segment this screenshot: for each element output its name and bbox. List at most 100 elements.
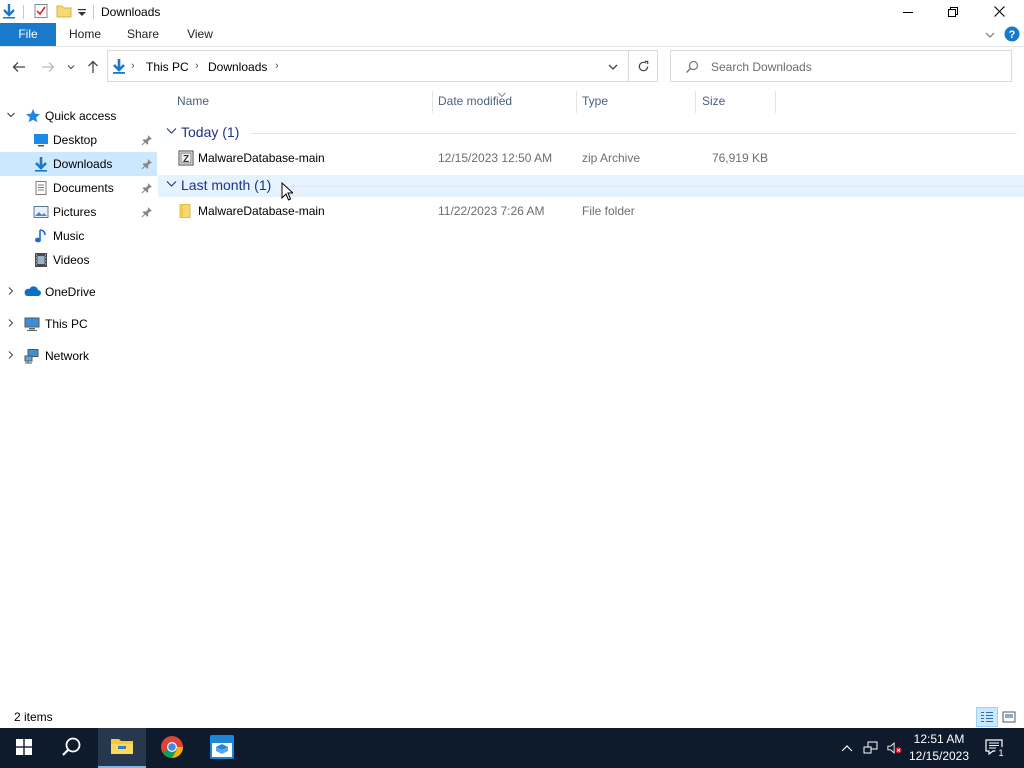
- collapse-group-icon[interactable]: [166, 126, 177, 138]
- taskbar-chrome[interactable]: [148, 728, 196, 768]
- refresh-button[interactable]: [629, 50, 658, 82]
- taskbar-sandbox-app[interactable]: [198, 728, 246, 768]
- tab-file[interactable]: File: [0, 23, 56, 46]
- column-divider[interactable]: [695, 91, 696, 113]
- star-icon: [25, 108, 41, 124]
- taskbar-file-explorer[interactable]: [98, 728, 146, 768]
- up-button[interactable]: [85, 59, 101, 75]
- large-icons-view-button[interactable]: [998, 707, 1020, 727]
- column-divider[interactable]: [432, 91, 433, 113]
- file-list: Name Date modified Type Size Today (1) Z…: [158, 87, 1024, 707]
- address-history-dropdown-icon[interactable]: [607, 61, 619, 73]
- collapse-group-icon[interactable]: [166, 179, 177, 191]
- nav-item-documents[interactable]: Documents: [0, 176, 157, 200]
- pin-icon[interactable]: [141, 158, 153, 170]
- breadcrumb-separator[interactable]: ›: [275, 60, 279, 72]
- file-size: 76,919 KB: [711, 151, 768, 165]
- nav-quick-access[interactable]: Quick access: [0, 104, 157, 128]
- ribbon-tabs: File Home Share View ?: [0, 23, 1024, 47]
- close-button[interactable]: [976, 0, 1022, 23]
- action-center-button[interactable]: 1: [983, 738, 1007, 759]
- toolbar-separator: [93, 5, 94, 19]
- nav-item-music[interactable]: Music: [0, 224, 157, 248]
- clock-date: 12/15/2023: [908, 749, 970, 763]
- pin-icon[interactable]: [141, 134, 153, 146]
- recent-locations-icon[interactable]: [64, 59, 78, 75]
- pin-icon[interactable]: [141, 182, 153, 194]
- network-status-icon[interactable]: [863, 740, 879, 756]
- breadcrumb-separator[interactable]: ›: [195, 60, 199, 72]
- desktop-icon: [33, 132, 49, 148]
- show-hidden-icons-button[interactable]: [839, 740, 855, 756]
- column-header-date-modified[interactable]: Date modified: [438, 94, 512, 108]
- nav-label: Music: [53, 229, 85, 243]
- nav-label: Documents: [53, 181, 114, 195]
- file-type: File folder: [582, 204, 635, 218]
- nav-label: Downloads: [53, 157, 113, 171]
- breadcrumb-this-pc[interactable]: This PC: [146, 60, 189, 74]
- file-row[interactable]: Z MalwareDatabase-main 12/15/2023 12:50 …: [158, 147, 1024, 169]
- search-icon: [61, 736, 83, 761]
- volume-muted-icon[interactable]: [887, 740, 903, 756]
- help-icon[interactable]: ?: [1004, 26, 1020, 42]
- expand-ribbon-icon[interactable]: [984, 29, 996, 41]
- file-explorer-icon: [110, 736, 134, 759]
- nav-item-pictures[interactable]: Pictures: [0, 200, 157, 224]
- clock[interactable]: 12:51 AM 12/15/2023: [904, 731, 974, 765]
- start-button[interactable]: [0, 728, 48, 768]
- nav-item-downloads[interactable]: Downloads: [0, 152, 157, 176]
- download-arrow-icon[interactable]: [1, 3, 17, 19]
- group-header-today[interactable]: Today (1): [158, 122, 1024, 144]
- taskbar-search-button[interactable]: [48, 728, 96, 768]
- tab-view[interactable]: View: [178, 23, 222, 46]
- search-icon: [685, 60, 699, 74]
- nav-item-this-pc[interactable]: This PC: [0, 312, 157, 336]
- column-header-name[interactable]: Name: [177, 94, 209, 108]
- file-date: 12/15/2023 12:50 AM: [438, 151, 553, 165]
- search-input[interactable]: Search Downloads: [711, 60, 812, 74]
- column-header-size[interactable]: Size: [702, 94, 725, 108]
- properties-icon[interactable]: [33, 3, 49, 19]
- navigation-pane: Quick access Desktop Downloads Documents: [0, 87, 157, 707]
- group-header-last-month[interactable]: Last month (1): [158, 175, 1024, 197]
- new-folder-icon[interactable]: [56, 3, 72, 19]
- nav-item-network[interactable]: Network: [0, 344, 157, 368]
- expand-chevron-icon[interactable]: [6, 286, 16, 298]
- tab-home[interactable]: Home: [62, 23, 108, 46]
- column-divider[interactable]: [576, 91, 577, 113]
- restore-button[interactable]: [930, 0, 976, 23]
- network-icon: [24, 348, 40, 364]
- nav-item-desktop[interactable]: Desktop: [0, 128, 157, 152]
- column-divider[interactable]: [775, 91, 776, 113]
- collapse-chevron-icon[interactable]: [6, 110, 16, 122]
- breadcrumb-downloads[interactable]: Downloads: [208, 60, 267, 74]
- forward-button[interactable]: [40, 59, 56, 75]
- search-box[interactable]: Search Downloads: [670, 50, 1012, 82]
- pictures-icon: [33, 204, 49, 220]
- breadcrumb-separator[interactable]: ›: [131, 60, 135, 72]
- item-count: 2 items: [14, 710, 53, 724]
- address-bar[interactable]: › This PC › Downloads ›: [107, 50, 629, 82]
- expand-chevron-icon[interactable]: [6, 318, 16, 330]
- customize-toolbar-icon[interactable]: [76, 3, 92, 19]
- file-row[interactable]: MalwareDatabase-main 11/22/2023 7:26 AM …: [158, 200, 1024, 222]
- zip-archive-icon: Z: [178, 150, 194, 166]
- videos-icon: [33, 252, 49, 268]
- tab-share[interactable]: Share: [120, 23, 166, 46]
- notification-count-badge: 1: [995, 747, 1007, 759]
- back-button[interactable]: [11, 59, 27, 75]
- status-bar: 2 items: [0, 707, 1024, 728]
- nav-label: Network: [45, 349, 90, 363]
- column-header-type[interactable]: Type: [582, 94, 608, 108]
- details-view-button[interactable]: [976, 707, 998, 727]
- nav-label: OneDrive: [45, 285, 96, 299]
- group-title: Last month (1): [181, 177, 272, 193]
- nav-label: Pictures: [53, 205, 97, 219]
- folder-icon: [178, 203, 194, 219]
- minimize-button[interactable]: [885, 0, 931, 23]
- nav-item-videos[interactable]: Videos: [0, 248, 157, 272]
- pin-icon[interactable]: [141, 206, 153, 218]
- window-title: Downloads: [101, 5, 161, 19]
- expand-chevron-icon[interactable]: [6, 350, 16, 362]
- nav-item-onedrive[interactable]: OneDrive: [0, 280, 157, 304]
